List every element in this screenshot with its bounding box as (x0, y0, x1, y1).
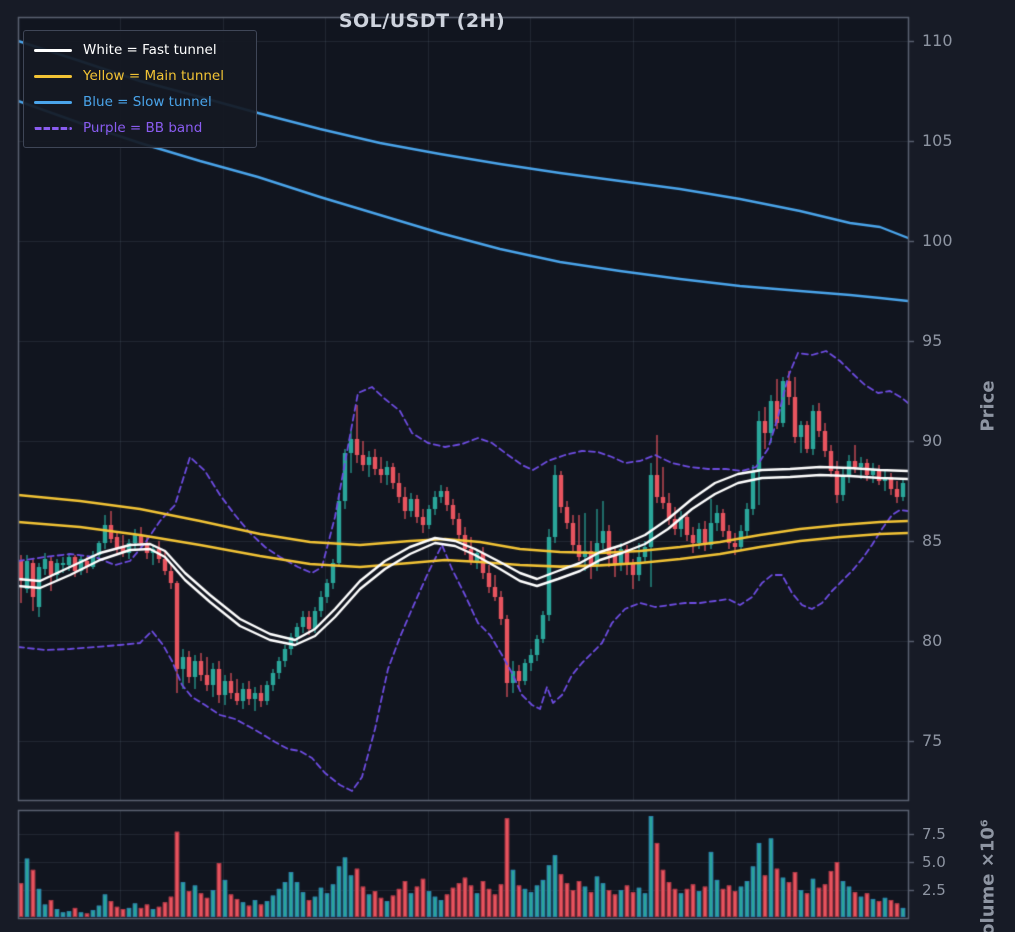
price-tick-label: 85 (922, 531, 943, 550)
legend-item-label: Purple = BB band (83, 120, 203, 136)
legend-line-swatch (34, 100, 72, 104)
legend-item-0: White = Fast tunnel (34, 37, 246, 63)
price-axis-label: Price (977, 380, 999, 432)
volume-tick-label: 2.5 (922, 881, 946, 899)
volume-tick-label: 5.0 (922, 853, 946, 871)
volume-axis-label: Volume ×10⁶ (977, 819, 999, 932)
price-tick-label: 105 (922, 131, 953, 150)
price-tick-label: 90 (922, 431, 943, 450)
legend-item-1: Yellow = Main tunnel (34, 63, 246, 89)
volume-tick-label: 7.5 (922, 825, 946, 843)
legend-item-2: Blue = Slow tunnel (34, 89, 246, 115)
legend-item-label: Yellow = Main tunnel (83, 68, 224, 84)
legend-line-swatch (34, 48, 72, 52)
price-tick-label: 95 (922, 331, 943, 350)
price-tick-label: 75 (922, 731, 943, 750)
price-tick-label: 80 (922, 631, 943, 650)
legend-line-swatch (34, 126, 72, 130)
legend-item-3: Purple = BB band (34, 115, 246, 141)
legend-line-swatch (34, 74, 72, 78)
chart-figure: SOL/USDT (2H) White = Fast tunnel Yellow … (0, 0, 1015, 932)
legend-item-label: Blue = Slow tunnel (83, 94, 212, 110)
price-tick-label: 110 (922, 31, 953, 50)
legend-item-label: White = Fast tunnel (83, 42, 217, 58)
chart-title: SOL/USDT (2H) (338, 10, 506, 32)
legend: White = Fast tunnel Yellow = Main tunnel B… (23, 30, 257, 148)
price-tick-label: 100 (922, 231, 953, 250)
